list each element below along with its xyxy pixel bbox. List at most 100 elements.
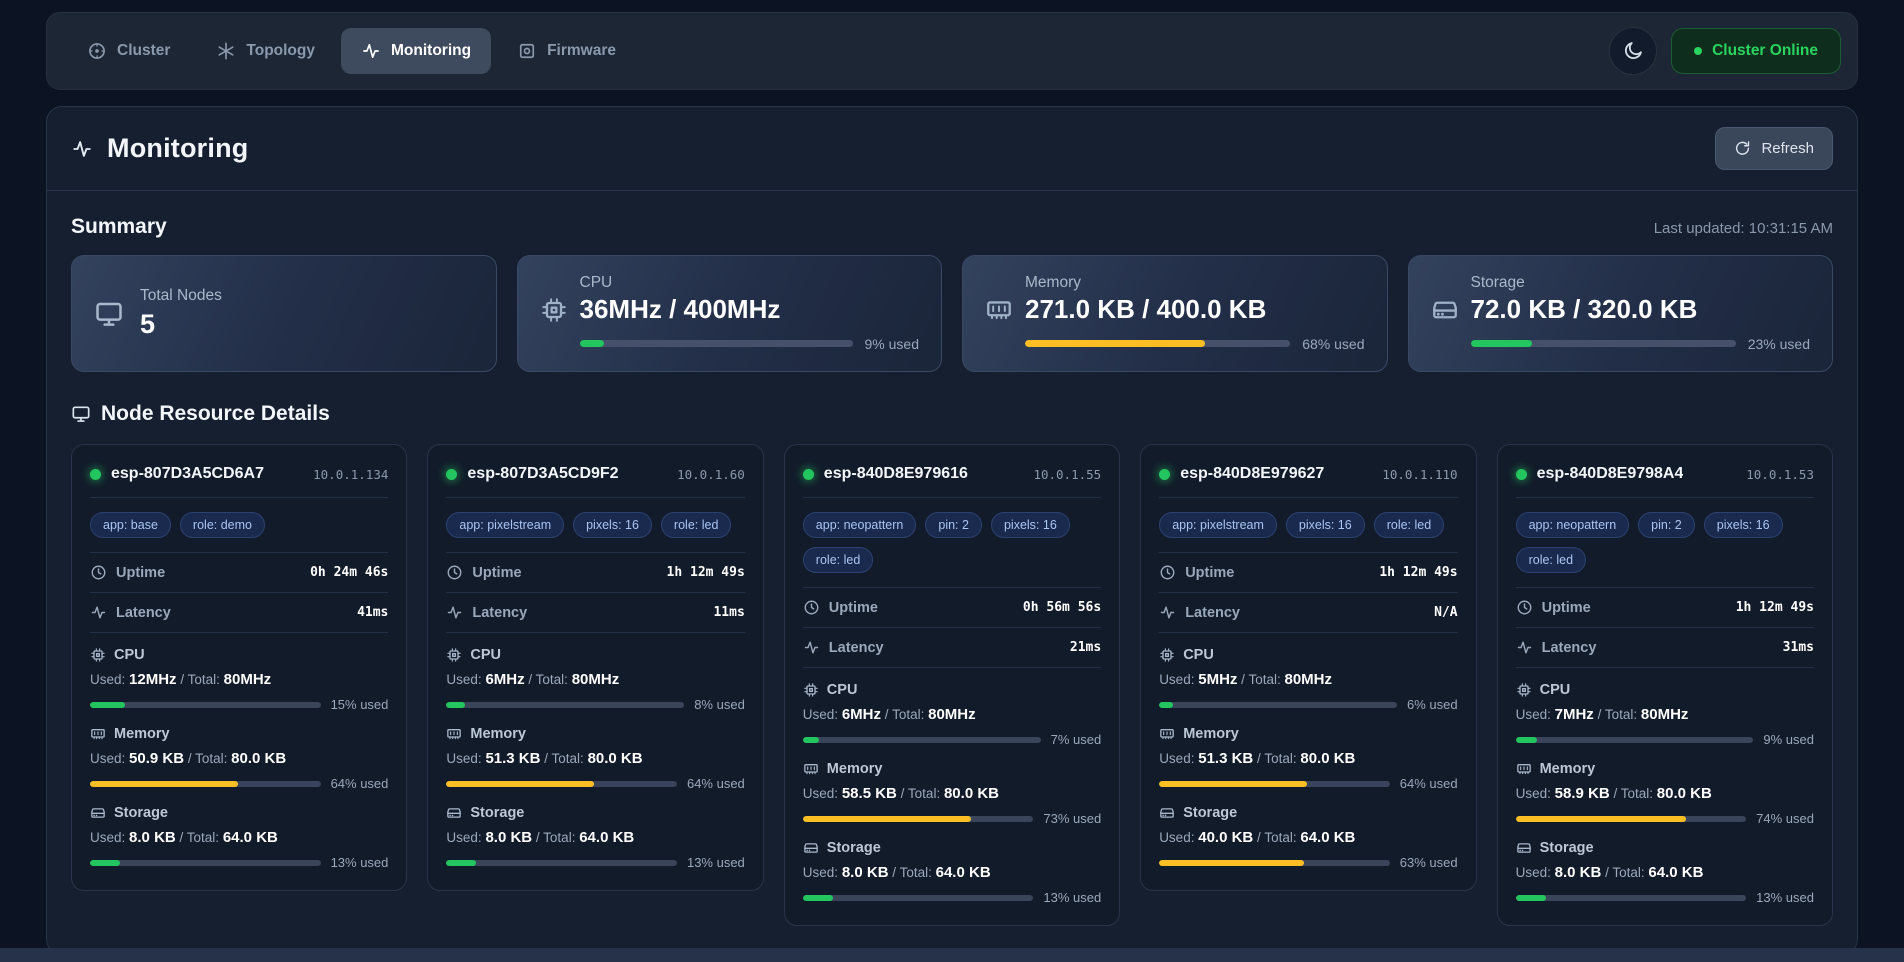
- node-header: esp-840D8E979616 10.0.1.55: [803, 461, 1101, 498]
- node-ip: 10.0.1.134: [313, 467, 388, 482]
- node-uptime-row: Uptime 0h 56m 56s: [803, 588, 1101, 628]
- metric-usage: Used: 40.0 KB / Total: 64.0 KB: [1159, 829, 1457, 846]
- total-label: Total:: [1605, 707, 1637, 722]
- metric-label: Memory: [827, 761, 883, 777]
- theme-toggle-button[interactable]: [1609, 27, 1657, 75]
- node-cards: esp-807D3A5CD6A7 10.0.1.134 app: baserol…: [71, 444, 1833, 926]
- node-tag: app: pixelstream: [446, 512, 564, 538]
- progress-bar: [1471, 340, 1736, 347]
- used-value: 51.3 KB: [485, 750, 540, 767]
- total-nodes-text: Total Nodes 5: [140, 287, 222, 340]
- tab-monitoring[interactable]: Monitoring: [341, 28, 491, 74]
- nav-tabs: Cluster Topology Monitoring Firmware: [67, 28, 636, 74]
- metric-label: Memory: [1183, 726, 1239, 742]
- node-tag: role: led: [661, 512, 731, 538]
- uptime-label: Uptime: [829, 600, 878, 616]
- usage-separator: /: [885, 707, 889, 722]
- usage-separator: /: [1613, 786, 1617, 801]
- memory-icon: [803, 761, 819, 777]
- progress-fill: [1516, 816, 1687, 822]
- usage-separator: /: [188, 751, 192, 766]
- percent-used: 7% used: [1051, 732, 1102, 747]
- latency-value: N/A: [1434, 605, 1457, 620]
- node-name: esp-840D8E9798A4: [1537, 465, 1684, 483]
- used-label: Used:: [90, 672, 125, 687]
- progress-bar: [446, 781, 677, 787]
- latency-value: 21ms: [1070, 640, 1101, 655]
- node-tag: pixels: 16: [573, 512, 652, 538]
- node-cpu-metric: CPU Used: 6MHz / Total: 80MHz 8% used: [446, 647, 744, 712]
- metric-usage: Used: 8.0 KB / Total: 64.0 KB: [1516, 864, 1814, 881]
- node-card: esp-840D8E979616 10.0.1.55 app: neopatte…: [784, 444, 1120, 926]
- main-panel: Monitoring Refresh Summary Last updated:…: [46, 106, 1858, 955]
- node-status-dot: [90, 469, 101, 480]
- used-value: 6MHz: [485, 671, 524, 688]
- progress-fill: [1471, 340, 1532, 347]
- node-ip: 10.0.1.53: [1746, 467, 1814, 482]
- progress-bar: [1516, 895, 1747, 901]
- bottom-bar: [0, 948, 1904, 962]
- total-value: 80.0 KB: [588, 750, 643, 767]
- tab-label: Firmware: [547, 42, 616, 60]
- percent-used: 74% used: [1756, 811, 1814, 826]
- cluster-online-button[interactable]: Cluster Online: [1671, 28, 1841, 74]
- refresh-button[interactable]: Refresh: [1715, 127, 1833, 170]
- node-card: esp-807D3A5CD6A7 10.0.1.134 app: baserol…: [71, 444, 407, 891]
- total-value: 80.0 KB: [1300, 750, 1355, 767]
- node-uptime-row: Uptime 1h 12m 49s: [1159, 553, 1457, 593]
- used-value: 40.0 KB: [1198, 829, 1253, 846]
- tab-label: Topology: [246, 42, 315, 60]
- used-value: 6MHz: [842, 706, 881, 723]
- latency-value: 31ms: [1783, 640, 1814, 655]
- clock-icon: [1159, 564, 1176, 581]
- percent-used: 9% used: [865, 336, 919, 352]
- cluster-online-label: Cluster Online: [1712, 42, 1818, 60]
- total-label: Total:: [892, 707, 924, 722]
- uptime-value: 1h 12m 49s: [667, 565, 745, 580]
- total-label: Total:: [552, 751, 584, 766]
- node-card: esp-807D3A5CD9F2 10.0.1.60 app: pixelstr…: [427, 444, 763, 891]
- node-latency-row: Latency 21ms: [803, 628, 1101, 668]
- summary-cards: Total Nodes 5 CPU 36MHz / 400MHz 9% used…: [71, 255, 1833, 372]
- percent-used: 63% used: [1400, 855, 1458, 870]
- node-tag: app: base: [90, 512, 171, 538]
- progress-fill: [446, 860, 476, 866]
- cpu-icon: [1159, 647, 1175, 663]
- metric-label: Memory: [1025, 274, 1365, 292]
- progress-bar: [803, 895, 1034, 901]
- node-latency-row: Latency 31ms: [1516, 628, 1814, 668]
- total-label: Total:: [536, 672, 568, 687]
- node-storage-metric: Storage Used: 8.0 KB / Total: 64.0 KB 13…: [90, 805, 388, 870]
- tab-cluster[interactable]: Cluster: [67, 28, 190, 74]
- total-label: Total:: [543, 830, 575, 845]
- node-header: esp-807D3A5CD6A7 10.0.1.134: [90, 461, 388, 498]
- total-label: Total:: [1264, 751, 1296, 766]
- metric-value: 72.0 KB / 320.0 KB: [1471, 295, 1698, 325]
- progress-bar: [1159, 781, 1390, 787]
- uptime-value: 1h 12m 49s: [1736, 600, 1814, 615]
- metric-label: Memory: [114, 726, 170, 742]
- metric-usage: Used: 6MHz / Total: 80MHz: [803, 706, 1101, 723]
- tab-firmware[interactable]: Firmware: [497, 28, 636, 74]
- used-label: Used:: [1159, 751, 1194, 766]
- latency-label: Latency: [1185, 605, 1240, 621]
- node-storage-metric: Storage Used: 40.0 KB / Total: 64.0 KB 6…: [1159, 805, 1457, 870]
- node-cpu-metric: CPU Used: 6MHz / Total: 80MHz 7% used: [803, 682, 1101, 747]
- node-ip: 10.0.1.55: [1033, 467, 1101, 482]
- total-label: Total:: [195, 751, 227, 766]
- memory-icon: [1159, 726, 1175, 742]
- tab-topology[interactable]: Topology: [196, 28, 335, 74]
- usage-separator: /: [180, 830, 184, 845]
- node-memory-metric: Memory Used: 58.5 KB / Total: 80.0 KB 73…: [803, 761, 1101, 826]
- usage-separator: /: [901, 786, 905, 801]
- node-tags: app: baserole: demo: [90, 498, 388, 553]
- node-status-dot: [1159, 469, 1170, 480]
- clock-icon: [446, 564, 463, 581]
- node-header: esp-807D3A5CD9F2 10.0.1.60: [446, 461, 744, 498]
- memory-icon: [985, 296, 1013, 324]
- node-storage-metric: Storage Used: 8.0 KB / Total: 64.0 KB 13…: [1516, 840, 1814, 905]
- node-tag: pixels: 16: [1704, 512, 1783, 538]
- page-title: Monitoring: [107, 133, 248, 164]
- progress-bar: [1159, 702, 1397, 708]
- storage-icon: [1516, 840, 1532, 856]
